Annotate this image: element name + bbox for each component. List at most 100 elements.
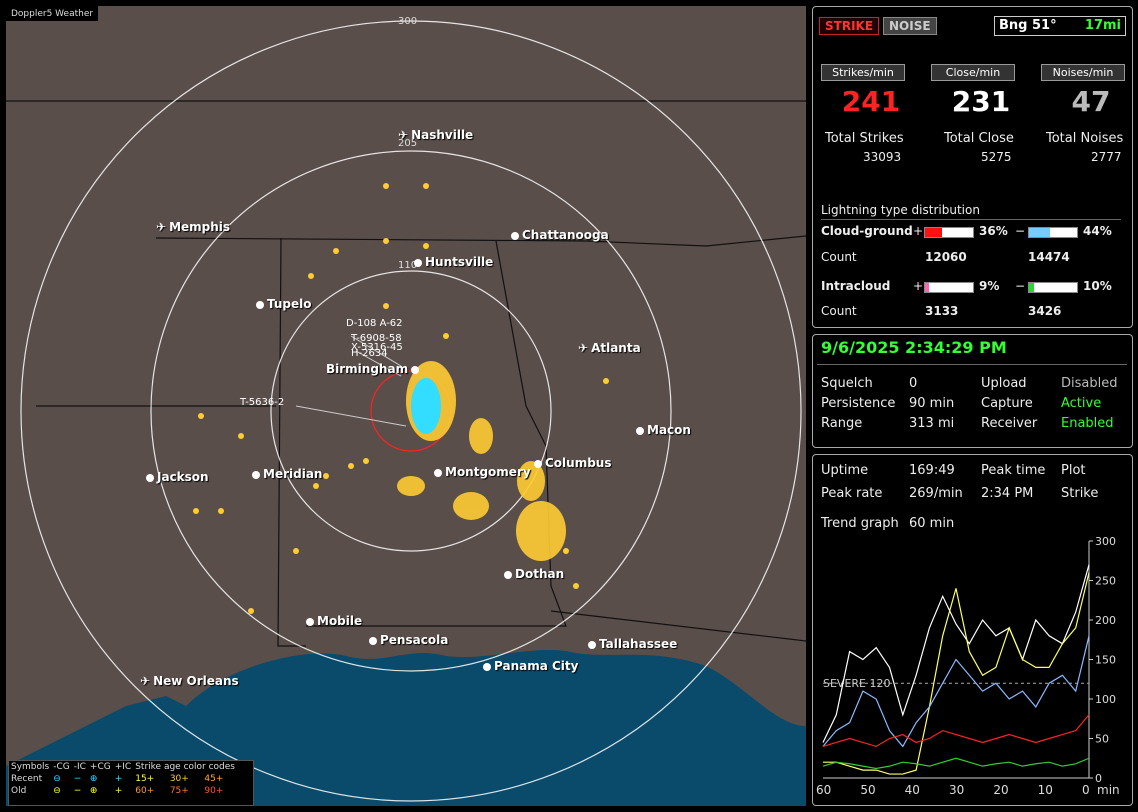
storm-tag: D-108 A-62 xyxy=(346,318,403,329)
x-tick-label: 20 xyxy=(993,783,1008,797)
uptime-value: 169:49 xyxy=(909,463,955,478)
uptime-label: Uptime xyxy=(821,463,869,478)
ic-negative-count: 3426 xyxy=(1028,304,1062,318)
squelch-value[interactable]: 0 xyxy=(909,376,917,391)
minus-cg-icon: ⊖ xyxy=(53,774,61,784)
plot-label: Plot xyxy=(1061,463,1086,478)
city-dot-icon xyxy=(369,637,377,645)
city-dot-icon xyxy=(511,232,519,240)
divider xyxy=(817,364,1127,365)
y-tick-label: 250 xyxy=(1095,575,1116,588)
upload-value[interactable]: Disabled xyxy=(1061,376,1117,391)
city-memphis: ✈ Memphis xyxy=(156,220,231,234)
legend-col: -IC xyxy=(73,762,86,772)
x-tick-label: 30 xyxy=(949,783,964,797)
minus-ic-icon: − xyxy=(73,786,82,796)
upload-label: Upload xyxy=(981,376,1027,391)
intracloud-label: Intracloud xyxy=(821,279,891,293)
datetime: 9/6/2025 2:34:29 PM xyxy=(821,338,1007,357)
legend: Symbols -CG -IC +CG +IC Strike age color… xyxy=(8,760,254,806)
strikes-per-min-header: Strikes/min xyxy=(821,64,905,81)
severe-label: SEVERE 120 xyxy=(823,677,891,690)
city-atlanta: ✈ Atlanta xyxy=(578,341,641,355)
persistence-value[interactable]: 90 min xyxy=(909,396,954,411)
total-noises-value: 2777 xyxy=(1091,150,1122,164)
legend-age: 90+ xyxy=(204,786,224,796)
capture-label: Capture xyxy=(981,396,1033,411)
plus-ic-icon: + xyxy=(114,774,123,784)
lightning-map[interactable]: Doppler5 Weather 300 205 110 ✈ Nashville … xyxy=(6,6,806,806)
strikes-per-min-value: 241 xyxy=(841,85,901,118)
airport-icon: ✈ xyxy=(156,220,167,234)
legend-old-label: Old xyxy=(11,786,27,796)
city-dothan: Dothan xyxy=(504,567,564,581)
y-tick-label: 200 xyxy=(1095,614,1116,627)
x-tick-label: 10 xyxy=(1038,783,1053,797)
city-tupelo: Tupelo xyxy=(256,297,312,311)
series-line-3 xyxy=(822,714,1090,748)
peak-time-value: 2:34 PM xyxy=(981,486,1034,501)
city-macon: Macon xyxy=(636,423,691,437)
city-dot-icon xyxy=(588,641,596,649)
legend-col: +CG xyxy=(89,762,111,772)
range-label-300: 300 xyxy=(398,16,418,27)
x-tick-label: 0 xyxy=(1082,783,1090,797)
cg-positive-count: 12060 xyxy=(925,250,967,264)
cg-negative-pct: 44% xyxy=(1083,224,1112,238)
distance-value: 17mi xyxy=(1084,18,1121,33)
ic-negative-bar xyxy=(1028,282,1078,293)
trend-graph-label: Trend graph xyxy=(821,516,899,531)
cg-count-label: Count xyxy=(821,250,857,264)
ic-positive-pct: 9% xyxy=(979,279,1000,293)
y-tick-label: 50 xyxy=(1095,733,1109,746)
receiver-label: Receiver xyxy=(981,416,1038,431)
city-dot-icon xyxy=(306,618,314,626)
city-dot-icon xyxy=(411,366,420,374)
plus-cg-icon: ⊕ xyxy=(89,786,98,796)
status-panel: 9/6/2025 2:34:29 PM Squelch 0 Upload Dis… xyxy=(812,334,1133,448)
city-dot-icon xyxy=(483,663,491,671)
city-tallahassee: Tallahassee xyxy=(588,637,677,651)
total-close-value: 5275 xyxy=(981,150,1012,164)
capture-value[interactable]: Active xyxy=(1061,396,1101,411)
plus-sign: + xyxy=(913,279,924,293)
strike-button[interactable]: STRIKE xyxy=(819,17,880,35)
x-unit-label: min xyxy=(1097,783,1120,797)
total-strikes-label: Total Strikes xyxy=(825,131,904,146)
peak-rate-value: 269/min xyxy=(909,486,963,501)
storm-tag: H-2634 xyxy=(351,348,388,359)
range-value[interactable]: 313 mi xyxy=(909,416,954,431)
noise-button[interactable]: NOISE xyxy=(883,17,937,35)
y-tick-label: 150 xyxy=(1095,654,1116,667)
bearing-box: Bng 51° 17mi xyxy=(994,16,1126,36)
cg-positive-bar xyxy=(924,227,974,238)
trend-panel: Uptime 169:49 Peak time Plot Peak rate 2… xyxy=(812,454,1133,806)
map-graphics xyxy=(6,20,806,806)
peak-rate-label: Peak rate xyxy=(821,486,883,501)
cg-negative-bar xyxy=(1028,227,1078,238)
plus-ic-icon: + xyxy=(114,786,123,796)
plus-sign: + xyxy=(913,224,924,238)
legend-age: 75+ xyxy=(169,786,189,796)
city-nashville: ✈ Nashville xyxy=(398,128,474,142)
series-line-1 xyxy=(823,572,1090,775)
plus-cg-icon: ⊕ xyxy=(89,774,98,784)
ic-negative-pct: 10% xyxy=(1083,279,1112,293)
bearing-value: Bng 51° xyxy=(999,18,1057,33)
storm-tag: T-5636-2 xyxy=(240,397,285,408)
total-strikes-value: 33093 xyxy=(863,150,902,164)
trend-graph-value[interactable]: 60 min xyxy=(909,516,954,531)
y-tick-label: 300 xyxy=(1095,535,1116,548)
trend-chart: SEVERE 120 300 250 200 150 100 50 0 60 50 40 30 20 10… xyxy=(816,535,1120,797)
total-close-label: Total Close xyxy=(944,131,1014,146)
cloud-ground-label: Cloud-ground xyxy=(821,224,913,238)
city-mobile: Mobile xyxy=(306,614,362,628)
squelch-label: Squelch xyxy=(821,376,873,391)
city-meridian: Meridian xyxy=(252,467,322,481)
cg-positive-pct: 36% xyxy=(979,224,1008,238)
receiver-value[interactable]: Enabled xyxy=(1061,416,1114,431)
city-jackson: Jackson xyxy=(146,470,209,484)
city-dot-icon xyxy=(414,259,422,267)
plot-value[interactable]: Strike xyxy=(1061,486,1098,501)
minus-sign: − xyxy=(1015,279,1026,293)
